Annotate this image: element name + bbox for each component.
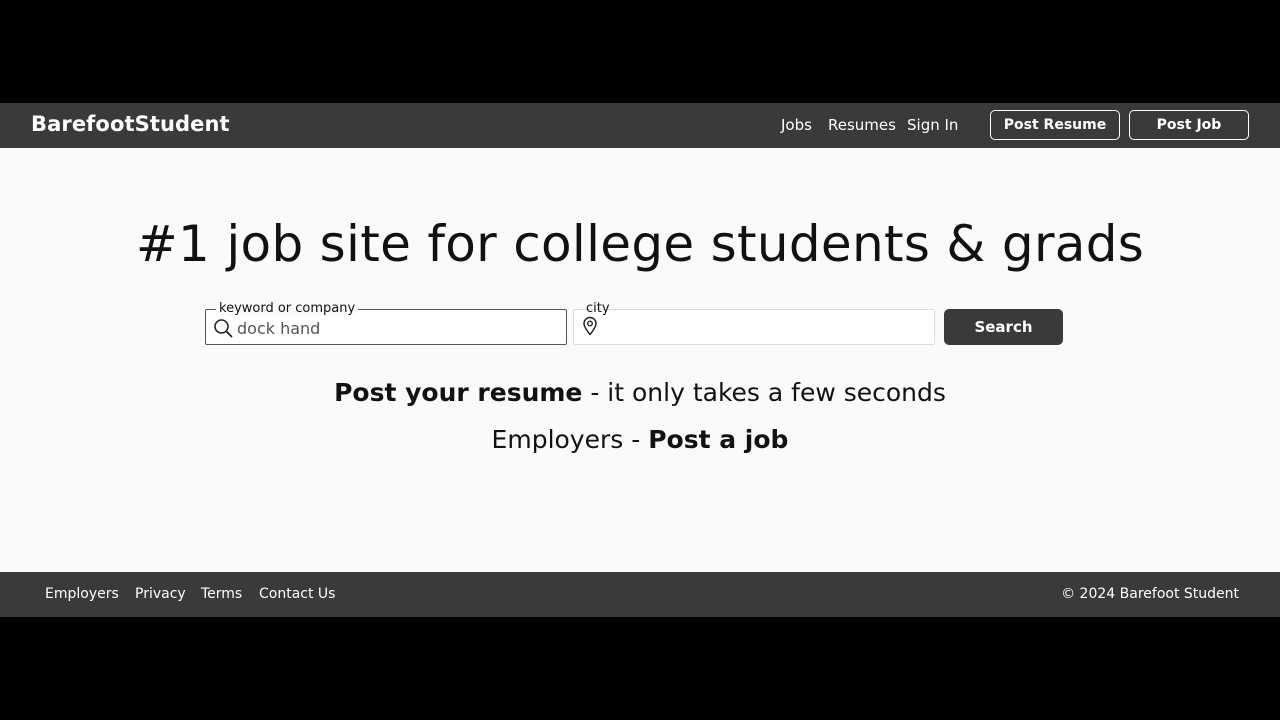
brand-logo[interactable]: BarefootStudent (31, 112, 230, 136)
nav-sign-in-link[interactable]: Sign In (907, 116, 958, 134)
footer-terms-link[interactable]: Terms (201, 586, 242, 602)
keyword-field[interactable]: keyword or company (205, 301, 567, 345)
keyword-field-label: keyword or company (216, 301, 359, 316)
post-job-button[interactable]: Post Job (1129, 110, 1249, 140)
page-title: #1 job site for college students & grads (135, 215, 1145, 273)
employer-cta-text: Employers - (491, 425, 649, 454)
employer-cta: Employers - Post a job (0, 425, 1280, 454)
search-button[interactable]: Search (944, 309, 1063, 345)
copyright-text: © 2024 Barefoot Student (1061, 586, 1239, 602)
footer-employers-link[interactable]: Employers (45, 586, 119, 602)
post-resume-link[interactable]: Post your resume (334, 378, 582, 407)
search-icon (214, 319, 233, 338)
browser-viewport: BarefootStudent Jobs Resumes Sign In Pos… (0, 103, 1280, 617)
post-job-link[interactable]: Post a job (648, 425, 788, 454)
footer-contact-link[interactable]: Contact Us (259, 586, 335, 602)
site-header: BarefootStudent Jobs Resumes Sign In Pos… (0, 103, 1280, 148)
location-pin-icon (583, 316, 597, 336)
site-footer: Employers Privacy Terms Contact Us © 202… (0, 572, 1280, 617)
resume-cta-text: - it only takes a few seconds (582, 378, 946, 407)
city-input[interactable] (605, 316, 925, 340)
resume-cta: Post your resume - it only takes a few s… (0, 378, 1280, 407)
nav-jobs-link[interactable]: Jobs (781, 116, 812, 134)
nav-resumes-link[interactable]: Resumes (828, 116, 896, 134)
footer-privacy-link[interactable]: Privacy (135, 586, 186, 602)
city-field[interactable]: city (573, 301, 935, 345)
post-resume-button[interactable]: Post Resume (990, 110, 1120, 140)
keyword-input[interactable] (237, 316, 557, 340)
city-field-label: city (586, 301, 610, 316)
